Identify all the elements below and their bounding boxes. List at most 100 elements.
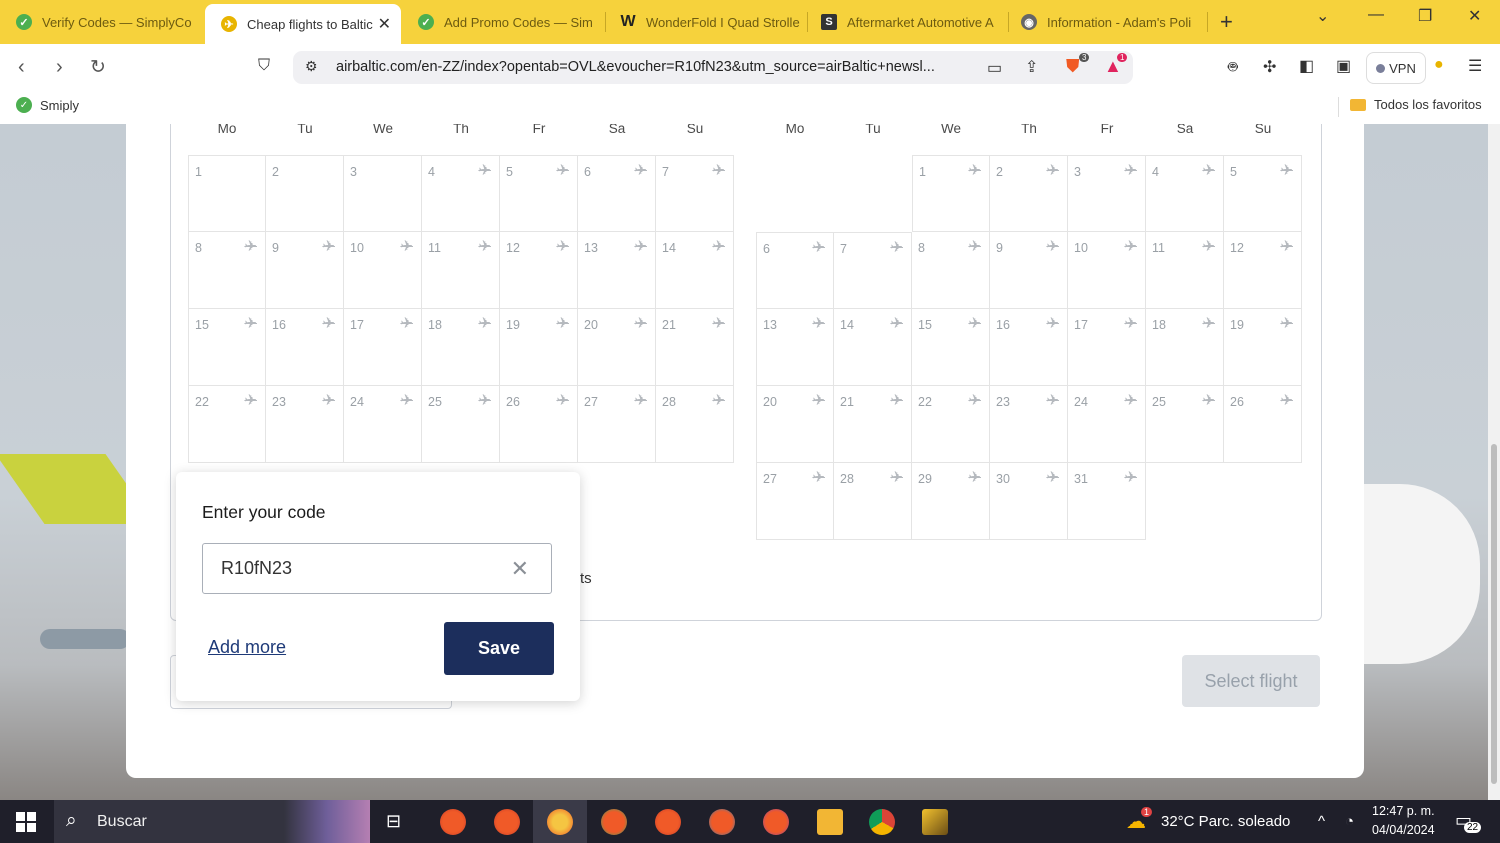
day-number: 15 xyxy=(195,318,209,332)
tab-information[interactable]: ◉ Information - Adam's Poli xyxy=(1005,5,1205,39)
clock-time[interactable]: 12:47 p. m. xyxy=(1372,804,1435,818)
no-flight-icon: ✈ xyxy=(1202,162,1215,179)
day-number: 26 xyxy=(1230,395,1244,409)
calendar-day: 11 ✈ xyxy=(1146,232,1224,309)
tab-label: Aftermarket Automotive A xyxy=(847,14,994,30)
weekday-label: Sa xyxy=(1176,124,1194,136)
leo-ai-icon[interactable]: 🤖︎ xyxy=(1228,57,1238,79)
close-window-icon[interactable]: ✕ xyxy=(1468,6,1481,26)
brave-app-icon[interactable] xyxy=(709,809,735,835)
day-number: 15 xyxy=(918,318,932,332)
chrome-icon[interactable] xyxy=(869,809,895,835)
rewards-badge: 1 xyxy=(1117,53,1128,62)
page-scrollbar[interactable] xyxy=(1488,124,1500,800)
all-bookmarks[interactable]: Todos los favoritos xyxy=(1350,97,1482,112)
brave-app-icon[interactable] xyxy=(655,809,681,835)
task-view-icon[interactable]: ⊟ xyxy=(386,811,401,832)
close-tab-icon[interactable]: ✕ xyxy=(378,14,391,34)
share-icon[interactable]: ⇪ xyxy=(1025,57,1038,77)
sidebar-icon[interactable]: ◧ xyxy=(1299,56,1314,76)
bookmark-icon[interactable]: ⛉ xyxy=(258,57,270,75)
day-number: 2 xyxy=(996,165,1003,179)
no-flight-icon: ✈ xyxy=(1046,162,1059,179)
select-flight-button[interactable]: Select flight xyxy=(1182,655,1320,707)
no-flight-icon: ✈ xyxy=(812,469,825,486)
menu-icon[interactable]: ☰ xyxy=(1468,56,1482,76)
restore-icon[interactable]: ❐ xyxy=(1418,6,1432,26)
promo-code-field[interactable]: ✕ xyxy=(202,543,552,594)
tab-label: Cheap flights to Baltic xyxy=(247,16,373,32)
weekday-label: We xyxy=(372,124,393,136)
save-button[interactable]: Save xyxy=(444,622,554,675)
brave-app-icon[interactable] xyxy=(494,809,520,835)
calendar-day: 10 ✈ xyxy=(1068,232,1146,309)
clear-input-icon[interactable]: ✕ xyxy=(511,556,529,582)
extensions-icon[interactable]: ✣ xyxy=(1263,57,1276,77)
tab-cheap-flights[interactable]: ✈ Cheap flights to Baltic ✕ xyxy=(205,4,401,44)
minimize-icon[interactable]: — xyxy=(1368,6,1384,24)
calendar-day: 1 ✈ xyxy=(912,155,990,232)
tab-wonderfold[interactable]: W WonderFold I Quad Strolle xyxy=(604,5,800,39)
clock-date[interactable]: 04/04/2024 xyxy=(1372,823,1435,837)
notification-count: 22 xyxy=(1464,822,1482,833)
no-flight-icon: ✈ xyxy=(968,315,981,332)
day-number: 7 xyxy=(662,165,669,179)
tab-verify-codes[interactable]: ✓ Verify Codes — SimplyCo xyxy=(0,5,198,39)
no-flight-icon: ✈ xyxy=(812,239,825,256)
no-flight-icon: ✈ xyxy=(1202,392,1215,409)
tray-chevron-icon[interactable]: ^ xyxy=(1318,813,1325,830)
calendar-day: 1 xyxy=(188,155,266,232)
profile-avatar-icon[interactable]: ● xyxy=(1434,56,1444,74)
day-number: 5 xyxy=(506,165,513,179)
brave-shields-icon[interactable]: ⛊ xyxy=(1066,56,1080,77)
url-text[interactable]: airbaltic.com/en-ZZ/index?opentab=OVL&ev… xyxy=(336,59,976,75)
new-tab-plus-icon[interactable]: + xyxy=(1220,9,1233,35)
tab-add-promo[interactable]: ✓ Add Promo Codes — Sim xyxy=(402,5,602,39)
weekday-label: Th xyxy=(1021,124,1037,136)
plane-wing-decoration xyxy=(40,629,130,649)
no-flight-icon: ✈ xyxy=(1124,469,1137,486)
calendar-day: 18 ✈ xyxy=(422,309,500,386)
brave-app-icon[interactable] xyxy=(440,809,466,835)
no-flight-icon: ✈ xyxy=(968,162,981,179)
cast-icon[interactable]: ▭ xyxy=(987,58,1002,78)
windows-start-icon[interactable] xyxy=(16,812,36,832)
calendar-day: 26 ✈ xyxy=(500,386,578,463)
scrollbar-thumb[interactable] xyxy=(1491,444,1497,784)
tab-aftermarket[interactable]: S Aftermarket Automotive A xyxy=(805,5,1003,39)
browser-toolbar: ‹ › ↻ ⛉ ⚙ airbaltic.com/en-ZZ/index?open… xyxy=(0,44,1500,90)
no-flight-icon: ✈ xyxy=(478,315,491,332)
back-icon[interactable]: ‹ xyxy=(18,56,25,79)
reload-icon[interactable]: ↻ xyxy=(90,56,106,79)
calendar-day: 6 ✈ xyxy=(756,232,834,309)
no-flight-icon: ✈ xyxy=(1202,315,1215,332)
weekday-label: Su xyxy=(1254,124,1272,136)
tab-list-chevron-icon[interactable]: ⌄ xyxy=(1316,6,1329,26)
file-explorer-icon[interactable] xyxy=(817,809,843,835)
site-settings-icon[interactable]: ⚙ xyxy=(305,58,318,75)
vpn-button[interactable]: VPN xyxy=(1366,52,1426,84)
day-number: 13 xyxy=(763,318,777,332)
address-bar[interactable]: ⚙ airbaltic.com/en-ZZ/index?opentab=OVL&… xyxy=(293,51,1133,84)
brave-app-icon-active[interactable] xyxy=(547,809,573,835)
bookmark-smiply[interactable]: ✓ Smiply xyxy=(16,97,79,113)
wallet-icon[interactable]: ▣ xyxy=(1336,56,1351,76)
brave-app-icon[interactable] xyxy=(763,809,789,835)
calendar-day: 5 ✈ xyxy=(500,155,578,232)
no-flight-icon: ✈ xyxy=(1280,392,1293,409)
taskbar-search[interactable]: ⌕ Buscar xyxy=(54,800,370,843)
add-more-link[interactable]: Add more xyxy=(208,637,286,658)
day-number: 3 xyxy=(1074,165,1081,179)
weekday-label: Tu xyxy=(865,124,881,136)
app-icon[interactable] xyxy=(922,809,948,835)
network-icon[interactable]: ◔ xyxy=(1345,813,1354,830)
promo-code-input[interactable] xyxy=(219,557,503,580)
brave-app-icon[interactable] xyxy=(601,809,627,835)
day-number: 8 xyxy=(918,241,925,255)
day-number: 12 xyxy=(1230,241,1244,255)
no-flight-icon: ✈ xyxy=(322,392,335,409)
no-flight-icon: ✈ xyxy=(812,315,825,332)
day-number: 21 xyxy=(662,318,676,332)
weather-text[interactable]: 32°C Parc. soleado xyxy=(1161,813,1290,830)
forward-icon[interactable]: › xyxy=(56,56,63,79)
